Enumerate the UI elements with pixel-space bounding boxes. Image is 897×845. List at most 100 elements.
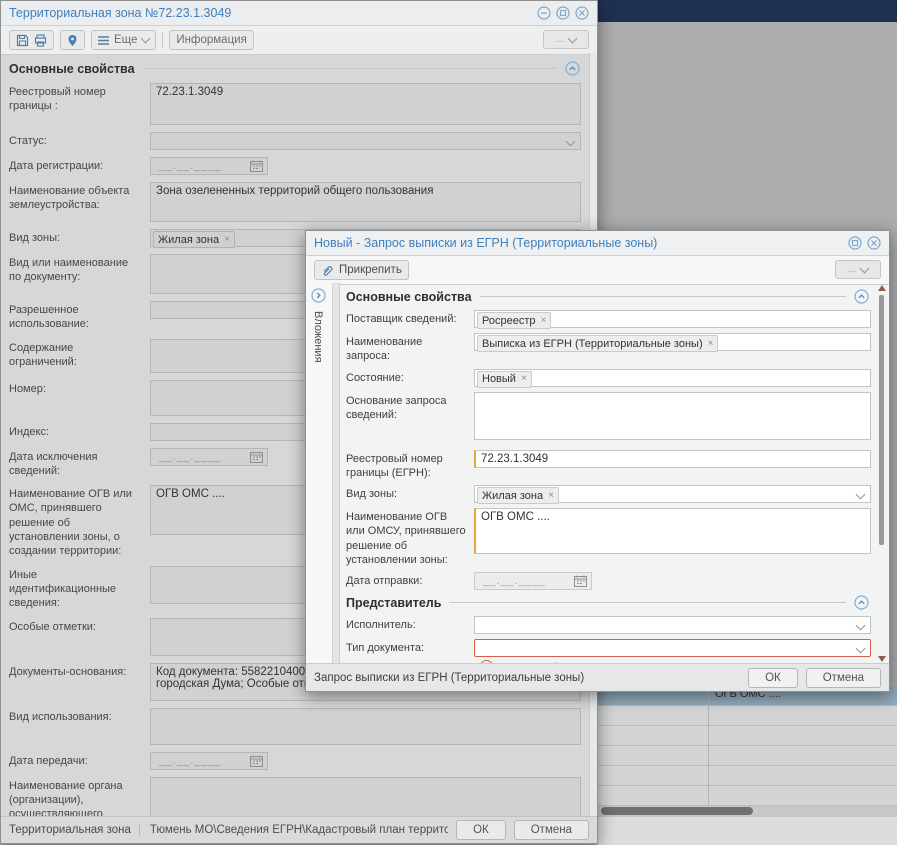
hamburger-icon bbox=[98, 36, 109, 45]
chip-remove-icon[interactable] bbox=[708, 339, 714, 349]
transfer-date-input[interactable]: __.__.____ bbox=[150, 752, 268, 770]
chevron-down-icon bbox=[568, 33, 578, 43]
dialog-toolbar: Прикрепить ... bbox=[306, 256, 889, 285]
table-row[interactable] bbox=[597, 766, 897, 786]
statusbar-type: Территориальная зона bbox=[9, 824, 131, 836]
collapse-icon[interactable] bbox=[854, 595, 869, 610]
field-label: Поставщик сведений: bbox=[346, 310, 474, 328]
chevron-down-icon bbox=[141, 34, 151, 44]
dialog-titlebar[interactable]: Новый - Запрос выписки из ЕГРН (Территор… bbox=[306, 231, 889, 256]
attach-button[interactable]: Прикрепить bbox=[314, 260, 409, 280]
more-button[interactable]: Еще bbox=[91, 30, 156, 50]
section-representative: Представитель bbox=[346, 595, 869, 610]
field-label: Исполнитель: bbox=[346, 616, 474, 634]
ogv-name-field[interactable]: ОГВ ОМС .... bbox=[474, 508, 871, 554]
close-icon[interactable] bbox=[867, 236, 881, 250]
send-date-input[interactable]: __.__.____ bbox=[474, 572, 592, 590]
cancel-button[interactable]: Отмена bbox=[514, 820, 589, 840]
zone-window-titlebar[interactable]: Территориальная зона №72.23.1.3049 bbox=[1, 1, 597, 26]
status-select[interactable] bbox=[150, 132, 581, 150]
scroll-up-icon[interactable] bbox=[878, 285, 886, 291]
cancel-button[interactable]: Отмена bbox=[806, 668, 881, 688]
expand-panel-icon[interactable] bbox=[311, 288, 326, 303]
table-row[interactable] bbox=[597, 746, 897, 766]
table-row[interactable] bbox=[597, 726, 897, 746]
table-row[interactable] bbox=[597, 786, 897, 806]
chip-label: Жилая зона bbox=[482, 490, 543, 502]
tag-chip[interactable]: Жилая зона bbox=[477, 487, 559, 504]
overflow-dots: ... bbox=[556, 34, 564, 45]
save-print-group[interactable] bbox=[9, 30, 54, 50]
scrollbar-thumb[interactable] bbox=[601, 807, 753, 815]
chip-remove-icon[interactable] bbox=[224, 235, 230, 245]
chevron-down-icon bbox=[860, 263, 870, 273]
field-label: Реестровый номер границы (ЕГРН): bbox=[346, 450, 474, 481]
storage-org-field[interactable] bbox=[150, 777, 581, 817]
egrn-request-dialog: Новый - Запрос выписки из ЕГРН (Территор… bbox=[305, 230, 890, 692]
maximize-icon[interactable] bbox=[556, 6, 570, 20]
dialog-title: Новый - Запрос выписки из ЕГРН (Территор… bbox=[314, 236, 848, 250]
collapse-icon[interactable] bbox=[854, 289, 869, 304]
state-input[interactable]: Новый bbox=[474, 369, 871, 387]
ok-button[interactable]: ОК bbox=[456, 820, 506, 840]
dialog-vertical-scrollbar[interactable] bbox=[877, 285, 887, 662]
field-label: Номер: bbox=[9, 380, 150, 416]
scrollbar-thumb[interactable] bbox=[879, 295, 884, 545]
information-button[interactable]: Информация bbox=[169, 30, 253, 50]
tag-chip[interactable]: Новый bbox=[477, 371, 532, 388]
calendar-icon[interactable] bbox=[250, 755, 263, 767]
scroll-down-icon[interactable] bbox=[878, 656, 886, 662]
provider-input[interactable]: Росреестр bbox=[474, 310, 871, 328]
calendar-icon[interactable] bbox=[250, 160, 263, 172]
field-row: Основание запроса сведений: bbox=[346, 392, 871, 440]
tag-chip[interactable]: Жилая зона bbox=[153, 231, 235, 248]
print-icon[interactable] bbox=[34, 34, 47, 47]
calendar-icon[interactable] bbox=[574, 575, 587, 587]
exclusion-date-input[interactable]: __.__.____ bbox=[150, 448, 268, 466]
chip-label: Новый bbox=[482, 373, 516, 385]
chip-remove-icon[interactable] bbox=[521, 374, 527, 384]
save-icon[interactable] bbox=[16, 34, 29, 47]
object-name-field[interactable]: Зона озелененных территорий общего польз… bbox=[150, 182, 581, 222]
collapse-icon[interactable] bbox=[565, 61, 580, 76]
chip-remove-icon[interactable] bbox=[540, 316, 546, 326]
reg-date-input[interactable]: __.__.____ bbox=[150, 157, 268, 175]
maximize-icon[interactable] bbox=[848, 236, 862, 250]
map-pin-icon bbox=[67, 34, 78, 47]
egrn-reg-number-input[interactable]: 72.23.1.3049 bbox=[474, 450, 871, 468]
field-label: Наименование запроса: bbox=[346, 333, 474, 364]
toolbar-overflow-button[interactable]: ... bbox=[543, 30, 589, 49]
statusbar-path: Тюмень МО\Сведения ЕГРН\Кадастровый план… bbox=[139, 824, 448, 836]
map-pin-button[interactable] bbox=[60, 30, 85, 50]
table-row[interactable] bbox=[597, 706, 897, 726]
field-label: Особые отметки: bbox=[9, 618, 150, 656]
doc-type-select[interactable] bbox=[474, 639, 871, 657]
tab-attachments[interactable]: Вложения bbox=[312, 311, 324, 363]
tag-chip[interactable]: Росреестр bbox=[477, 312, 551, 329]
ok-button[interactable]: ОК bbox=[748, 668, 798, 688]
panel-splitter[interactable] bbox=[332, 283, 340, 664]
field-label: Дата передачи: bbox=[9, 752, 150, 770]
paperclip-icon bbox=[321, 264, 334, 277]
executor-select[interactable] bbox=[474, 616, 871, 634]
reason-field[interactable] bbox=[474, 392, 871, 440]
request-name-input[interactable]: Выписка из ЕГРН (Территориальные зоны) bbox=[474, 333, 871, 351]
tag-chip[interactable]: Выписка из ЕГРН (Территориальные зоны) bbox=[477, 335, 718, 352]
toolbar-overflow-button[interactable]: ... bbox=[835, 260, 881, 279]
calendar-icon[interactable] bbox=[250, 451, 263, 463]
field-row: Наименование объекта землеустройства: Зо… bbox=[9, 182, 581, 222]
horizontal-scrollbar[interactable] bbox=[597, 806, 897, 816]
reg-number-field[interactable]: 72.23.1.3049 bbox=[150, 83, 581, 125]
minimize-icon[interactable] bbox=[537, 6, 551, 20]
toolbar-separator bbox=[162, 32, 163, 48]
use-kind-field[interactable] bbox=[150, 708, 581, 745]
overflow-dots: ... bbox=[848, 264, 856, 275]
field-label: Тип документа: bbox=[346, 639, 474, 657]
field-row: Исполнитель: bbox=[346, 616, 871, 634]
field-label: Наименование ОГВ или ОМСУ, принявшего ре… bbox=[346, 508, 474, 567]
close-icon[interactable] bbox=[575, 6, 589, 20]
field-label: Вид зоны: bbox=[9, 229, 150, 247]
background-footer bbox=[597, 816, 897, 845]
zone-kind-select[interactable]: Жилая зона bbox=[474, 485, 871, 503]
chip-remove-icon[interactable] bbox=[548, 491, 554, 501]
